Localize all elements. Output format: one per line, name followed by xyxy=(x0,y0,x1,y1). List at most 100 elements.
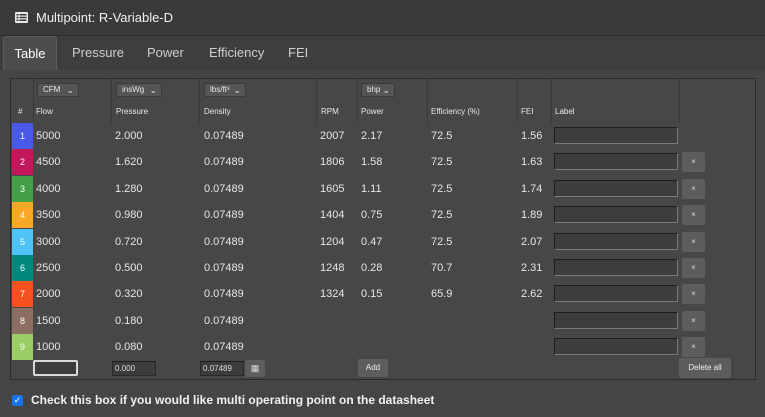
table-row: 9 1000 0.080 0.07489 × xyxy=(11,334,755,361)
cell-power: 2.17 xyxy=(361,130,383,142)
delete-row-button[interactable]: × xyxy=(682,310,705,331)
row-label-input[interactable] xyxy=(554,311,678,329)
cell-power: 0.28 xyxy=(361,262,383,274)
cell-power: 1.58 xyxy=(361,156,383,169)
row-index-badge: 6 xyxy=(12,255,33,281)
cell-fei: 2.62 xyxy=(521,288,543,301)
delete-row-button[interactable]: × xyxy=(682,152,705,173)
new-flow-input[interactable] xyxy=(33,360,78,376)
cell-flow: 2500 xyxy=(36,262,61,274)
power-unit-select[interactable]: bhp ⌄ xyxy=(361,83,395,97)
cell-density: 0.07489 xyxy=(204,209,244,222)
col-pressure: Pressure xyxy=(116,107,149,116)
tab-table[interactable]: Table xyxy=(3,36,57,70)
row-label-input[interactable] xyxy=(554,232,678,250)
cell-fei: 1.63 xyxy=(521,156,543,169)
cell-power: 1.11 xyxy=(361,182,382,195)
cell-density: 0.07489 xyxy=(204,288,244,301)
cell-flow: 5000 xyxy=(36,130,61,142)
window-titlebar: Multipoint: R-Variable-D xyxy=(0,0,765,36)
tab-pressure[interactable]: Pressure xyxy=(72,36,124,70)
flow-unit-select[interactable]: CFM ⌄ xyxy=(37,83,79,97)
new-density-input[interactable]: 0.07489 xyxy=(200,361,244,376)
col-efficiency: Efficiency (%) xyxy=(431,107,480,116)
cell-efficiency: 70.7 xyxy=(431,262,453,274)
table-row: 4 3500 0.980 0.07489 1404 0.75 72.5 1.89 × xyxy=(11,202,755,229)
cell-density: 0.07489 xyxy=(204,341,244,354)
cell-power: 0.75 xyxy=(361,209,383,222)
row-label-input[interactable] xyxy=(554,206,678,224)
new-pressure-input[interactable]: 0.000 xyxy=(112,361,156,376)
cell-efficiency: 72.5 xyxy=(431,156,453,169)
chevron-down-icon: ⌄ xyxy=(382,85,390,95)
cell-fei: 1.74 xyxy=(521,182,543,195)
cell-rpm: 1605 xyxy=(320,182,345,195)
cell-pressure: 0.320 xyxy=(115,288,143,301)
add-button[interactable]: Add xyxy=(358,359,388,377)
table-row: 1 5000 2.000 0.07489 2007 2.17 72.5 1.56 xyxy=(11,123,755,149)
delete-row-button[interactable]: × xyxy=(682,337,705,358)
col-label: Label xyxy=(555,107,575,116)
delete-row-button[interactable]: × xyxy=(682,231,705,252)
density-unit-select[interactable]: lbs/ft³ ⌄ xyxy=(204,83,246,97)
cell-efficiency: 72.5 xyxy=(431,209,453,222)
cell-rpm: 2007 xyxy=(320,130,345,142)
cell-fei: 1.56 xyxy=(521,130,543,142)
col-power: Power xyxy=(361,107,384,116)
row-label-input[interactable] xyxy=(554,153,678,171)
cell-rpm: 1204 xyxy=(320,235,345,248)
row-label-input[interactable] xyxy=(554,338,678,356)
cell-density: 0.07489 xyxy=(204,182,244,195)
chevron-down-icon: ⌄ xyxy=(66,85,74,95)
row-index-badge: 7 xyxy=(12,281,33,308)
tab-power[interactable]: Power xyxy=(147,36,184,70)
row-label-input[interactable] xyxy=(554,179,678,197)
chevron-down-icon: ⌄ xyxy=(149,85,157,95)
cell-efficiency: 72.5 xyxy=(431,130,453,142)
table-row: 5 3000 0.720 0.07489 1204 0.47 72.5 2.07 × xyxy=(11,228,755,255)
calculator-button[interactable]: ▦ xyxy=(245,360,265,377)
col-density: Density xyxy=(204,107,231,116)
cell-pressure: 0.180 xyxy=(115,314,143,327)
delete-row-button[interactable]: × xyxy=(682,284,705,305)
tab-bar: Table Pressure Power Efficiency FEI xyxy=(0,36,765,70)
calculator-icon: ▦ xyxy=(250,363,260,373)
cell-fei: 2.31 xyxy=(521,262,543,274)
row-index-badge: 3 xyxy=(12,175,33,202)
row-index-badge: 4 xyxy=(12,202,33,229)
table-row: 2 4500 1.620 0.07489 1806 1.58 72.5 1.63 × xyxy=(11,149,755,176)
multi-point-checkbox[interactable]: ✓ xyxy=(12,394,23,406)
cell-flow: 2000 xyxy=(36,288,61,301)
row-label-input[interactable] xyxy=(554,127,678,144)
row-index-badge: 5 xyxy=(12,228,33,255)
tab-fei[interactable]: FEI xyxy=(288,36,308,70)
col-fei: FEI xyxy=(521,107,534,116)
cell-density: 0.07489 xyxy=(204,156,244,169)
cell-efficiency: 65.9 xyxy=(431,288,453,301)
cell-flow: 1500 xyxy=(36,314,61,327)
row-index-badge: 9 xyxy=(12,334,33,361)
cell-fei: 2.07 xyxy=(521,235,543,248)
row-label-input[interactable] xyxy=(554,285,678,303)
cell-pressure: 0.500 xyxy=(115,262,143,274)
cell-density: 0.07489 xyxy=(204,262,244,274)
chevron-down-icon: ⌄ xyxy=(233,85,241,95)
col-flow: Flow xyxy=(36,107,53,116)
cell-flow: 3000 xyxy=(36,235,61,248)
tab-efficiency[interactable]: Efficiency xyxy=(209,36,264,70)
table-list-icon xyxy=(15,12,28,23)
pressure-unit-select[interactable]: insWg ⌄ xyxy=(116,83,162,97)
delete-row-button[interactable]: × xyxy=(682,258,705,278)
cell-rpm: 1324 xyxy=(320,288,345,301)
delete-all-button[interactable]: Delete all xyxy=(679,358,731,378)
table-row: 6 2500 0.500 0.07489 1248 0.28 70.7 2.31 × xyxy=(11,255,755,281)
delete-row-button[interactable]: × xyxy=(682,178,705,199)
table-row: 7 2000 0.320 0.07489 1324 0.15 65.9 2.62 × xyxy=(11,281,755,308)
cell-power: 0.47 xyxy=(361,235,383,248)
cell-density: 0.07489 xyxy=(204,130,244,142)
cell-fei: 1.89 xyxy=(521,209,543,222)
row-label-input[interactable] xyxy=(554,259,678,276)
cell-pressure: 1.620 xyxy=(115,156,143,169)
delete-row-button[interactable]: × xyxy=(682,205,705,226)
cell-flow: 4000 xyxy=(36,182,61,195)
